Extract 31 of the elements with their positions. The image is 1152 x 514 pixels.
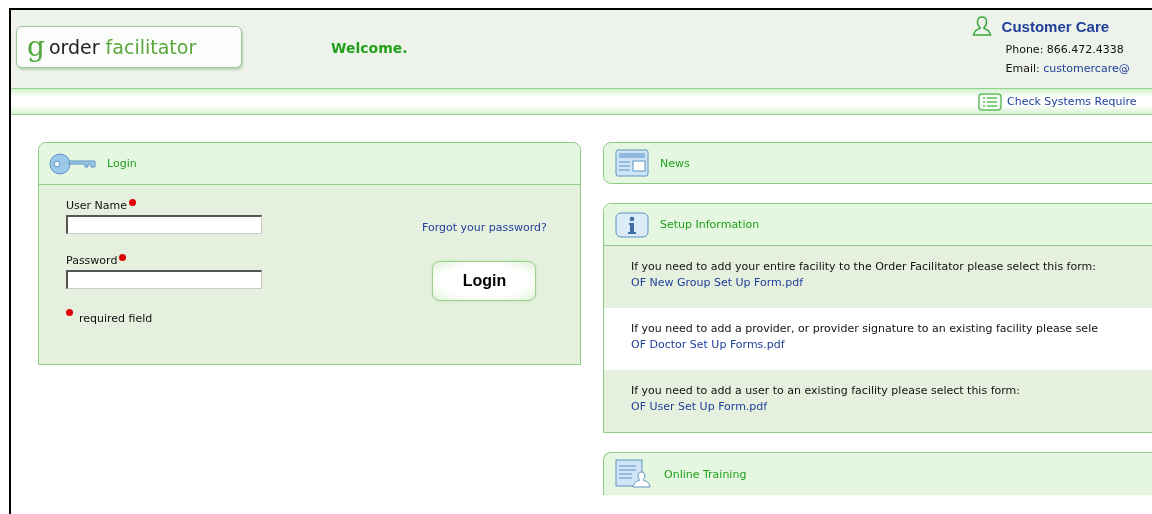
panel-title: Online Training	[664, 467, 747, 481]
phone-label: Phone:	[1005, 43, 1044, 56]
welcome-text: Welcome.	[331, 40, 408, 56]
required-note: required field	[79, 312, 153, 325]
list-icon	[978, 92, 1002, 111]
required-dot	[66, 309, 73, 316]
logo: g order facilitator	[16, 26, 242, 68]
check-systems-link[interactable]: Check Systems Require	[1007, 95, 1137, 108]
forgot-password-link[interactable]: Forgot your password?	[422, 221, 547, 234]
form-link[interactable]: OF New Group Set Up Form.pdf	[631, 276, 804, 289]
info-icon	[614, 210, 650, 239]
setup-text: If you need to add a user to an existing facility please select this form:	[631, 384, 1021, 397]
newspaper-icon	[614, 148, 650, 178]
email-link[interactable]: customercare@	[1043, 62, 1130, 75]
input-field[interactable]	[66, 215, 262, 234]
setup-text: If you need to add a provider, or provider signature to an existing facility please sele	[631, 322, 1099, 335]
field-label: Password	[66, 254, 118, 267]
email-label: Email:	[1005, 62, 1040, 75]
person-icon	[971, 15, 992, 37]
phone-number: 866.472.4338	[1046, 43, 1124, 56]
panel-title: News	[660, 156, 690, 170]
setup-text: If you need to add your entire facility to the Order Facilitator please select this form:	[631, 260, 1097, 273]
panel-title: Setup Information	[660, 218, 760, 231]
input-field[interactable]	[66, 270, 262, 289]
form-link[interactable]: OF User Set Up Form.pdf	[631, 400, 768, 413]
training-icon	[614, 458, 654, 490]
form-link[interactable]: OF Doctor Set Up Forms.pdf	[631, 338, 785, 351]
panel-title: Login	[107, 157, 137, 170]
customer-care-title: Customer Care	[1001, 17, 1110, 35]
field-label: User Name	[66, 199, 128, 212]
login-button[interactable]: Login	[432, 261, 537, 301]
